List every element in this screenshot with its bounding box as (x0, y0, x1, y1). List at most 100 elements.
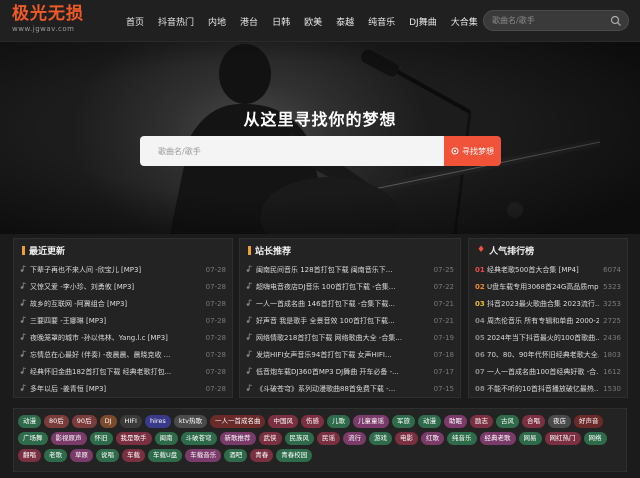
ranking-item-title[interactable]: 70、80、90年代怀旧经典老歌大全... (487, 350, 599, 360)
tag-chip[interactable]: 翻唱 (18, 449, 41, 462)
ranking-item[interactable]: 08 不能不听的10首抖音播放破亿最热... 1530 (475, 380, 621, 397)
ranking-item-title[interactable]: U盘车载专用3068首24G高品质mp... (487, 282, 599, 292)
tag-chip[interactable]: 草原 (70, 449, 93, 462)
tag-chip[interactable]: 儿童童谣 (352, 415, 389, 428)
list-item-title[interactable]: 忘情总在心最好 (伴奏) -夜晨晨、晨晓克收 ... (30, 350, 202, 360)
list-item-title[interactable]: 夜晚笼罩的城市 -孙以伟林、Yang.l.c [MP3] (30, 333, 202, 343)
tag-chip[interactable]: 纯音乐 (447, 432, 477, 445)
list-item-title[interactable]: 《斗破苍穹》系列动漫歌曲88首免费下载 -... (256, 384, 430, 394)
nav-item[interactable]: 纯音乐 (368, 15, 395, 28)
tag-chip[interactable]: 新歌推荐 (219, 432, 256, 445)
ranking-item[interactable]: 07 一人一首成名曲100首经典好歌 -合... 1612 (475, 363, 621, 380)
nav-item[interactable]: DJ舞曲 (409, 15, 437, 28)
tag-chip[interactable]: 中国风 (268, 415, 298, 428)
list-item[interactable]: 低音炮车载DJ360首MP3 DJ舞曲 开车必备 -... 07-17 (246, 363, 454, 380)
site-logo[interactable]: 极光无损 www.jgwav.com (12, 4, 112, 38)
ranking-item-title[interactable]: 2024年当下抖音最火的100首歌曲... (487, 333, 599, 343)
nav-item[interactable]: 抖音热门 (158, 15, 194, 28)
list-item[interactable]: 超嗨电音夜店DJ音乐 100首打包下载 -合集... 07-22 (246, 278, 454, 295)
list-item-title[interactable]: 发烧HIFI女声音乐94首打包下载 女声HIFI... (256, 350, 430, 360)
tag-chip[interactable]: 说唱 (96, 449, 119, 462)
tag-chip[interactable]: 武侠 (258, 432, 282, 445)
tag-chip[interactable]: hires (144, 415, 171, 428)
tag-chip[interactable]: 车载 (122, 449, 145, 462)
tag-chip[interactable]: 闽南 (154, 432, 178, 445)
tag-chip[interactable]: ktv热歌 (173, 415, 207, 428)
list-item-title[interactable]: 多年以后 -姜青恒 [MP3] (30, 384, 202, 394)
tag-chip[interactable]: 游戏 (369, 432, 392, 445)
tag-chip[interactable]: 助眠 (443, 415, 467, 428)
tag-chip[interactable]: 励志 (469, 415, 493, 428)
list-item-title[interactable]: 又惊又爱 -李小珍、刘勇攸 [MP3] (30, 282, 202, 292)
list-item[interactable]: 闽南民间音乐 128首打包下载 闽南音乐下... 07-25 (246, 261, 454, 278)
list-item-title[interactable]: 一人一首成名曲 146首打包下载 -合集下载... (256, 299, 430, 309)
tag-chip[interactable]: 古风 (495, 415, 519, 428)
tag-chip[interactable]: 影视原声 (50, 432, 87, 445)
list-item[interactable]: 网络情歌218首打包下载 网络歌曲大全 -合集... 07-19 (246, 329, 454, 346)
hero-search-button[interactable]: 寻找梦想 (444, 136, 501, 166)
list-item[interactable]: 多年以后 -姜青恒 [MP3] 07-28 (20, 380, 226, 397)
ranking-item[interactable]: 01 经典老歌500首大合集 [MP4] 6074 (475, 261, 621, 278)
ranking-item[interactable]: 02 U盘车载专用3068首24G高品质mp... 5323 (475, 278, 621, 295)
list-item-title[interactable]: 经典怀旧金曲182首打包下载 经典老歌打包... (30, 367, 202, 377)
list-item-title[interactable]: 故乡的互联网 -阿冀组合 [MP3] (30, 299, 202, 309)
nav-item[interactable]: 欧美 (304, 15, 322, 28)
tag-chip[interactable]: 合唱 (521, 415, 545, 428)
tag-chip[interactable]: 经典老歌 (479, 432, 516, 445)
tag-chip[interactable]: 网易 (518, 432, 542, 445)
tag-chip[interactable]: 90后 (71, 415, 97, 428)
tag-chip[interactable]: 斗破苍穹 (180, 432, 217, 445)
tag-chip[interactable]: 怀旧 (89, 432, 113, 445)
nav-item[interactable]: 日韩 (272, 15, 290, 28)
tag-chip[interactable]: 网络 (583, 432, 607, 445)
ranking-item[interactable]: 03 抖音2023最火歌曲合集 2023流行... 3253 (475, 295, 621, 312)
list-item[interactable]: 发烧HIFI女声音乐94首打包下载 女声HIFI... 07-18 (246, 346, 454, 363)
list-item[interactable]: 故乡的互联网 -阿冀组合 [MP3] 07-28 (20, 295, 226, 312)
list-item[interactable]: 好声音 我是歌手 全景音效 100首打包下载... 07-21 (246, 312, 454, 329)
nav-item[interactable]: 内地 (208, 15, 226, 28)
list-item-title[interactable]: 下辈子再也不来人间 -欣宝儿 [MP3] (30, 265, 202, 275)
list-item-title[interactable]: 三要四要 -王娜琳 [MP3] (30, 316, 202, 326)
ranking-item[interactable]: 04 周杰伦音乐 所有专辑和单曲 2000-2... 2725 (475, 312, 621, 329)
list-item[interactable]: 又惊又爱 -李小珍、刘勇攸 [MP3] 07-28 (20, 278, 226, 295)
tag-chip[interactable]: 我是歌手 (115, 432, 152, 445)
list-item-title[interactable]: 网络情歌218首打包下载 网络歌曲大全 -合集... (256, 333, 430, 343)
tag-chip[interactable]: 动漫 (18, 415, 41, 428)
tag-chip[interactable]: 车载U盘 (148, 449, 183, 462)
tag-chip[interactable]: 电影 (395, 432, 418, 445)
list-item[interactable]: 夜晚笼罩的城市 -孙以伟林、Yang.l.c [MP3] 07-28 (20, 329, 226, 346)
tag-chip[interactable]: 好声音 (573, 415, 604, 428)
tag-chip[interactable]: 广场舞 (18, 432, 48, 445)
ranking-item[interactable]: 05 2024年当下抖音最火的100首歌曲... 2436 (475, 329, 621, 346)
list-item[interactable]: 一人一首成名曲 146首打包下载 -合集下载... 07-21 (246, 295, 454, 312)
tag-chip[interactable]: 军旅 (391, 415, 415, 428)
list-item-title[interactable]: 闽南民间音乐 128首打包下载 闽南音乐下... (256, 265, 430, 275)
tag-chip[interactable]: 民谣 (317, 432, 340, 445)
tag-chip[interactable]: 青春校园 (276, 449, 313, 462)
hero-search-input[interactable] (140, 136, 444, 166)
header-search-input[interactable] (492, 13, 604, 28)
ranking-item-title[interactable]: 不能不听的10首抖音播放破亿最热... (487, 384, 599, 394)
tag-chip[interactable]: 儿歌 (326, 415, 350, 428)
tag-chip[interactable]: 网红热门 (544, 432, 581, 445)
list-item[interactable]: 三要四要 -王娜琳 [MP3] 07-28 (20, 312, 226, 329)
ranking-item[interactable]: 06 70、80、90年代怀旧经典老歌大全... 1803 (475, 346, 621, 363)
tag-chip[interactable]: 民族风 (284, 432, 314, 445)
ranking-item-title[interactable]: 一人一首成名曲100首经典好歌 -合... (487, 367, 599, 377)
list-item-title[interactable]: 超嗨电音夜店DJ音乐 100首打包下载 -合集... (256, 282, 430, 292)
tag-chip[interactable]: 动漫 (417, 415, 441, 428)
tag-chip[interactable]: 酒吧 (224, 449, 248, 462)
ranking-item-title[interactable]: 抖音2023最火歌曲合集 2023流行... (487, 299, 599, 309)
tag-chip[interactable]: 流行 (343, 432, 366, 445)
tag-chip[interactable]: 伤感 (300, 415, 324, 428)
nav-item[interactable]: 港台 (240, 15, 258, 28)
nav-item[interactable]: 泰越 (336, 15, 354, 28)
tag-chip[interactable]: 80后 (44, 415, 69, 428)
tag-chip[interactable]: 一人一首成名曲 (209, 415, 266, 428)
list-item-title[interactable]: 好声音 我是歌手 全景音效 100首打包下载... (256, 316, 430, 326)
ranking-item-title[interactable]: 经典老歌500首大合集 [MP4] (487, 265, 599, 275)
nav-item[interactable]: 首页 (126, 15, 144, 28)
nav-item[interactable]: 大合集 (451, 15, 478, 28)
list-item[interactable]: 经典怀旧金曲182首打包下载 经典老歌打包... 07-28 (20, 363, 226, 380)
tag-chip[interactable]: 夜店 (547, 415, 571, 428)
